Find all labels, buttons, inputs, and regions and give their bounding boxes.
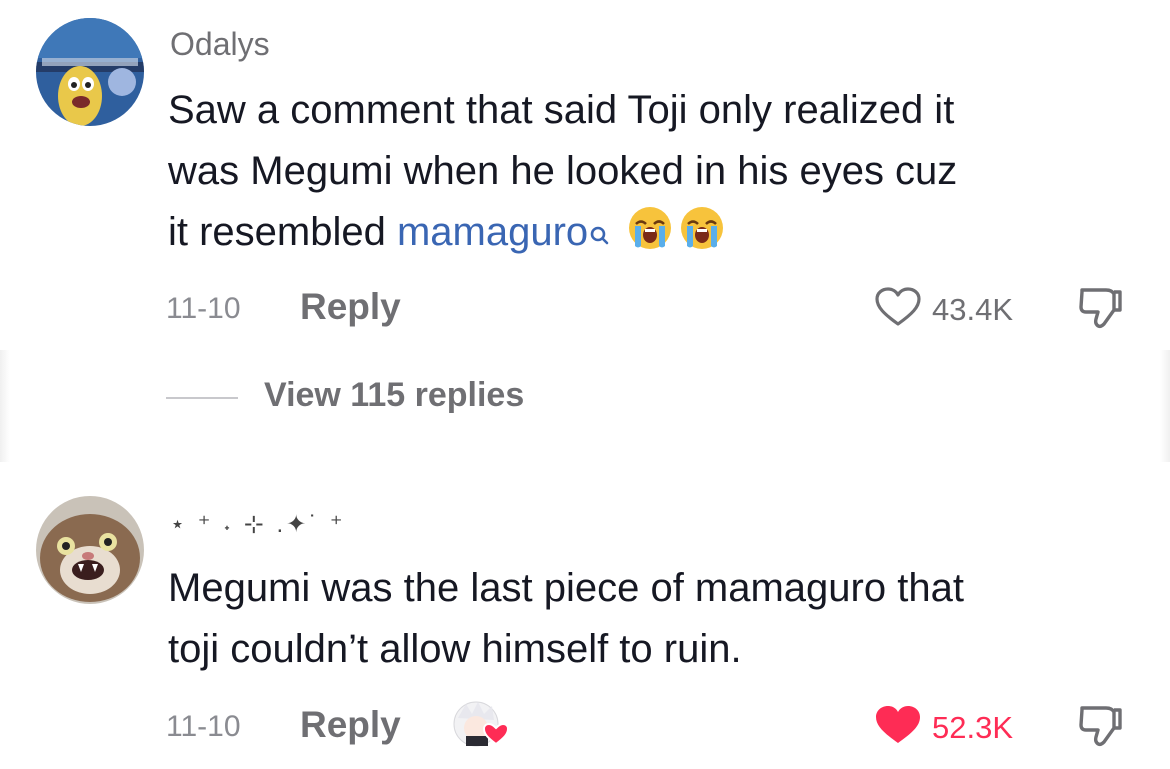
heart-filled-icon [874,704,922,751]
avatar[interactable] [36,18,144,126]
comment-line: Saw a comment that said Toji only realiz… [168,88,955,132]
dislike-button[interactable] [1076,286,1124,330]
avatar[interactable] [36,496,144,604]
comment-date: 11-10 [166,710,241,743]
reply-button[interactable]: Reply [300,286,401,328]
dislike-button[interactable] [1076,704,1124,748]
comment-line: was Megumi when he looked in his eyes cu… [168,149,958,193]
like-button[interactable]: 43.4K [874,284,1034,328]
view-replies-link[interactable]: View 115 replies [264,376,524,415]
replies-divider [166,397,238,399]
comment-odalys: Odalys Saw a comment that said Toji only… [0,0,1170,460]
comment-line: Megumi was the last piece of mamaguro th… [168,566,964,610]
search-icon[interactable] [590,204,610,265]
thumbs-down-icon [1076,706,1124,752]
reply-button[interactable]: Reply [300,704,401,746]
like-button[interactable]: 52.3K [874,702,1034,746]
thumbs-down-icon [1076,288,1124,334]
like-count: 43.4K [932,292,1014,327]
comment-meta-row: 11-10 Reply 43.4K [166,284,1170,334]
comment-date: 11-10 [166,292,241,325]
comment-username[interactable]: ⋆ ⁺ ˖ ⊹ .✦˙ ⁺ [170,510,346,539]
comment-sparkle-user: ⋆ ⁺ ˖ ⊹ .✦˙ ⁺ Megumi was the last piece … [0,460,1170,769]
like-count: 52.3K [932,710,1014,745]
comment-text: Megumi was the last piece of mamaguro th… [168,558,1128,680]
comment-line-prefix: it resembled [168,210,397,254]
comment-line: it resembled mamaguro [168,202,1128,265]
comment-username[interactable]: Odalys [170,26,270,63]
search-link[interactable]: mamaguro [397,210,588,254]
heart-outline-icon [874,286,922,333]
comment-text: Saw a comment that said Toji only realiz… [168,80,1128,265]
comment-line: toji couldn’t allow himself to ruin. [168,627,742,671]
loudly-crying-face-icon [627,205,673,251]
creator-liked-badge [452,698,512,752]
loudly-crying-face-icon [679,205,725,251]
comment-meta-row: 11-10 Reply 52.3K [166,701,1170,752]
